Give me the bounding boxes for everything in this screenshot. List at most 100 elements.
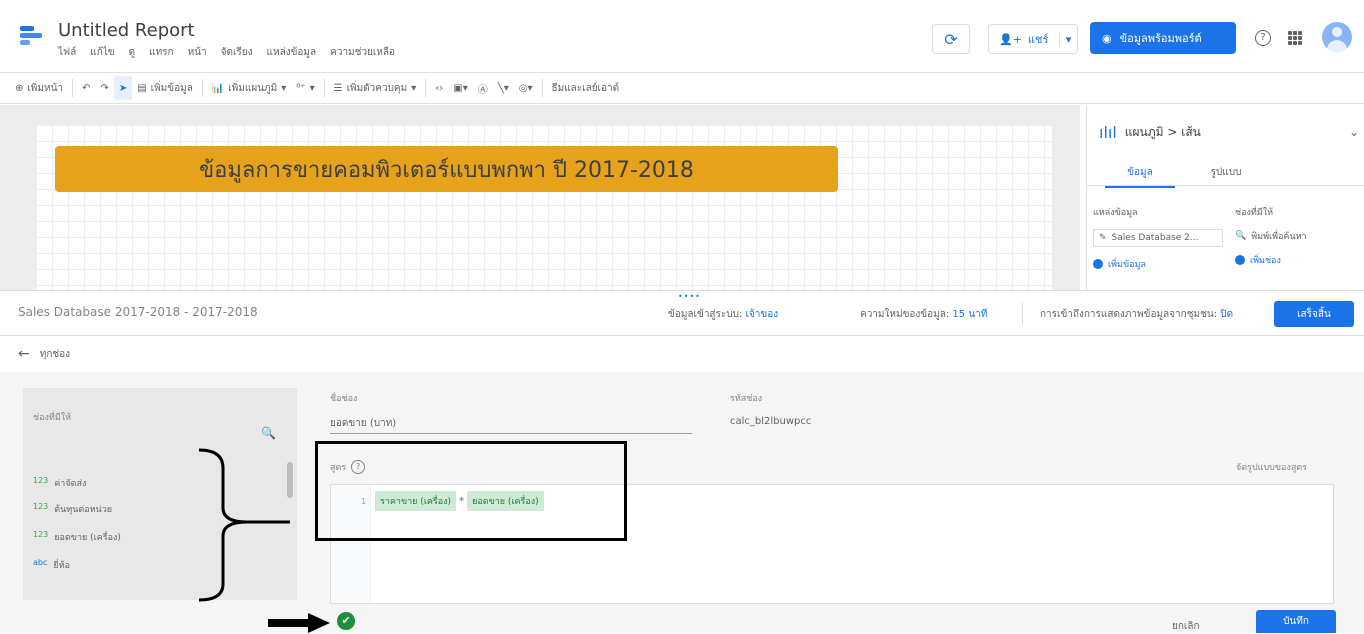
freshness-setting[interactable]: ความใหม่ของข้อมูล: 15 นาที [860,307,987,322]
add-circle-icon [1235,255,1245,265]
freshness-value[interactable]: 15 นาที [952,309,987,320]
divider [323,79,325,97]
add-control-button[interactable]: ☰ เพิ่มตัวควบคุม ▾ [329,76,422,100]
community-viz-button[interactable]: ⁰⁺ ▾ [291,76,319,100]
report-title[interactable]: Untitled Report [58,20,195,41]
add-field-label: เพิ่มช่อง [1250,256,1281,266]
theme-button[interactable]: ธีมและเลย์เอาต์ [547,76,625,100]
field-search[interactable]: 🔍 พิมพ์เพื่อค้นหา [1235,229,1364,243]
field-type-badge: 123 [33,476,49,485]
resize-handle[interactable]: •••• [678,292,701,301]
divider [425,79,427,97]
format-formula-link[interactable]: จัดรูปแบบของสูตร [1236,460,1307,474]
text-icon: Ⓐ [477,84,488,96]
back-arrow-icon[interactable]: ← [18,346,30,362]
menu-arrange[interactable]: จัดเรียง [221,45,253,60]
refresh-icon: ⟳ [944,29,958,49]
text-button[interactable]: Ⓐ [473,76,493,100]
shape-button[interactable]: ◎▾ [514,76,538,100]
field-type-badge: 123 [33,502,49,511]
search-icon[interactable]: 🔍 [261,426,276,440]
check-circle-icon: ✔ [337,612,355,630]
menu-view[interactable]: ดู [129,45,136,60]
menu-resource[interactable]: แหล่งข้อมูล [267,45,317,60]
community-icon: ⁰⁺ [296,82,306,94]
arrow-annotation [268,613,330,633]
field-id-label: รหัสช่อง [730,394,763,404]
add-chart-label: เพิ่มแผนภูมิ [228,82,278,94]
divider [541,79,543,97]
panel-title: ılıl แผนภูมิ > เส้น [1099,123,1201,142]
undo-icon: ↶ [82,82,91,94]
data-source-section: แหล่งข้อมูล ✎ Sales Database 2... เพิ่มข… [1093,205,1223,281]
apps-icon[interactable] [1288,31,1302,45]
image-button[interactable]: ▣▾ [448,76,472,100]
menu-insert[interactable]: แทรก [149,45,173,60]
divider [72,79,74,97]
field-name-label: ชื่อช่อง [330,394,358,404]
chevron-down-icon[interactable]: ⌄ [1349,125,1359,139]
field-type-badge: abc [33,558,48,567]
done-button[interactable]: เสร็จสิ้น [1274,301,1354,327]
field-name: ยี่ห้อ [53,561,71,571]
report-banner[interactable]: ข้อมูลการขายคอมพิวเตอร์แบบพกพา ปี 2017-2… [55,146,838,192]
credentials-label: ข้อมูลเข้าสู่ระบบ: [668,309,743,320]
share-button[interactable]: 👤+ แชร์ ▾ [988,24,1078,54]
field-name: ต้นทุนต่อหน่วย [54,505,113,515]
panel-breadcrumb: แผนภูมิ > เส้น [1124,125,1201,139]
list-item[interactable]: abc ยี่ห้อ [33,558,70,572]
source-header: แหล่งข้อมูล [1093,208,1138,218]
add-data-label: เพิ่มข้อมูล [150,82,193,94]
access-value[interactable]: ปิด [1220,309,1233,320]
help-icon[interactable]: ? [1255,30,1271,46]
menu-file[interactable]: ไฟล์ [58,45,76,60]
menu-bar: ไฟล์ แก้ไข ดู แทรก หน้า จัดเรียง แหล่งข้… [58,45,395,60]
list-item[interactable]: 123 ค่าจัดส่ง [33,476,86,490]
field-id-input[interactable]: calc_bl2lbuwpcc [730,412,1092,434]
menu-page[interactable]: หน้า [188,45,207,60]
add-data-icon: ▤ [137,82,147,94]
avatar[interactable] [1322,22,1352,52]
community-access-setting[interactable]: การเข้าถึงการแสดงภาพข้อมูลจากชุมชน: ปิด [1040,307,1233,322]
logo-icon[interactable] [18,24,48,46]
undo-button[interactable]: ↶ [77,76,95,100]
add-page-label: เพิ่มหน้า [27,82,64,94]
credentials-value[interactable]: เจ้าของ [746,309,779,320]
menu-help[interactable]: ความช่วยเหลือ [330,45,395,60]
url-embed-button[interactable]: ‹› [430,76,448,100]
shape-icon: ◎▾ [518,82,533,94]
freshness-label: ความใหม่ของข้อมูล: [860,309,950,320]
save-button[interactable]: บันทึก [1256,610,1336,633]
chevron-down-icon[interactable]: ▾ [1059,32,1077,46]
view-label: ข้อมูลพร้อมพอร์ต์ [1119,32,1202,45]
list-item[interactable]: 123 ยอดขาย (เครื่อง) [33,530,121,544]
select-tool[interactable]: ➤ [113,76,133,100]
add-field-link[interactable]: เพิ่มช่อง [1235,253,1364,267]
menu-edit[interactable]: แก้ไข [90,45,114,60]
chevron-down-icon: ▾ [411,82,417,94]
back-link[interactable]: ← ทุกช่อง [18,346,70,362]
view-button[interactable]: ◉ ข้อมูลพร้อมพอร์ต์ [1090,22,1236,54]
data-source-chip[interactable]: ✎ Sales Database 2... [1093,229,1223,247]
chart-icon: 📊 [211,82,225,94]
add-chart-button[interactable]: 📊 เพิ่มแผนภูมิ ▾ [207,76,291,100]
search-placeholder: พิมพ์เพื่อค้นหา [1251,232,1307,242]
field-name-input[interactable]: ยอดขาย (บาท) [330,412,692,434]
add-page-button[interactable]: ⊕ เพิ่มหน้า [10,76,68,100]
add-circle-icon [1093,259,1103,269]
line-button[interactable]: ╲▾ [493,76,514,100]
back-label[interactable]: ทุกช่อง [40,347,70,362]
credentials-setting[interactable]: ข้อมูลเข้าสู่ระบบ: เจ้าของ [668,307,778,322]
redo-icon: ↷ [100,82,109,94]
image-icon: ▣▾ [453,82,468,94]
data-source-name: Sales Database 2... [1111,233,1199,243]
app-header: Untitled Report ไฟล์ แก้ไข ดู แทรก หน้า … [0,0,1364,68]
divider [1087,185,1364,186]
refresh-button[interactable]: ⟳ [932,24,970,54]
add-data-button[interactable]: ▤ เพิ่มข้อมูล [132,76,198,100]
add-data-link[interactable]: เพิ่มข้อมูล [1093,257,1223,271]
cancel-button[interactable]: ยกเลิก [1172,619,1200,634]
redo-button[interactable]: ↷ [95,76,113,100]
list-item[interactable]: 123 ต้นทุนต่อหน่วย [33,502,112,516]
tab-style[interactable]: รูปแบบ [1191,165,1261,180]
